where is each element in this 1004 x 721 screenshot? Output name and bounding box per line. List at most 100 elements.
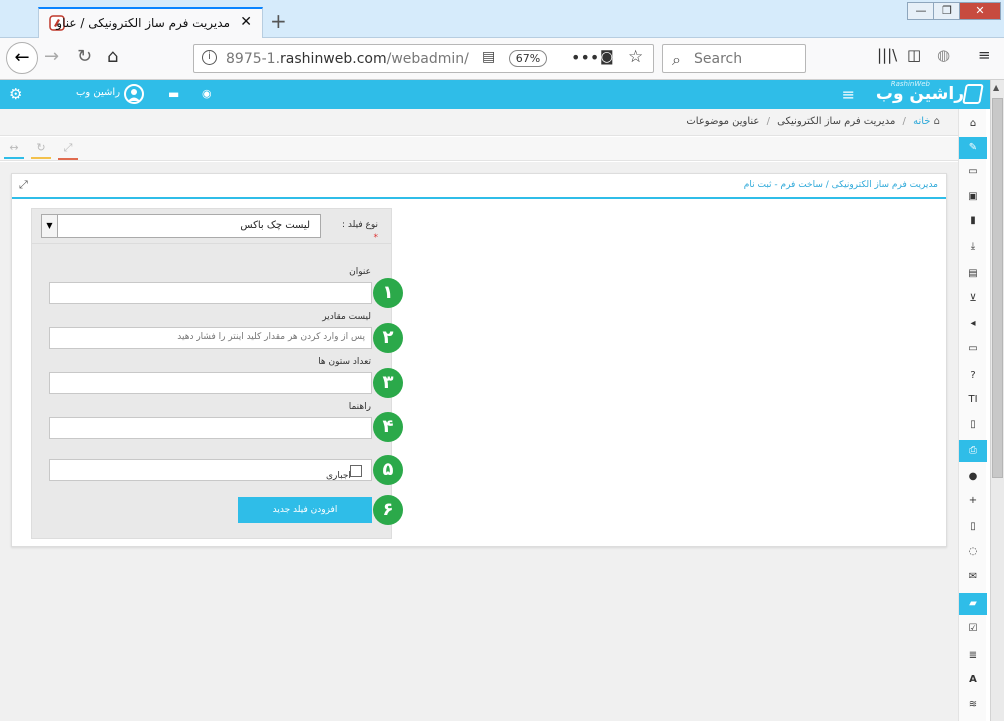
zoom-level-badge[interactable]: 67%	[509, 50, 547, 67]
home-button[interactable]: ⌂	[107, 46, 118, 67]
bookmark-star-icon[interactable]: ☆	[628, 47, 643, 67]
volume-icon[interactable]: ◂	[959, 313, 987, 335]
profile-card-icon[interactable]: ▬	[168, 87, 179, 101]
search-icon: ⌕	[672, 50, 681, 69]
back-button[interactable]: ←	[6, 42, 38, 74]
stack-icon[interactable]: ≋	[959, 694, 987, 716]
scroll-up-icon[interactable]: ▲	[993, 83, 999, 92]
tab-close-icon[interactable]: ✕	[240, 14, 252, 30]
fullscreen-icon[interactable]: ⤢	[58, 141, 78, 160]
folder-open-icon[interactable]: ▰	[959, 593, 987, 615]
url-bar[interactable]: i 8975-1.rashinweb.com/webadmin/ ▤ 67% •…	[193, 44, 654, 73]
refresh-icon[interactable]: ↻	[31, 141, 51, 159]
site-info-icon[interactable]: i	[202, 50, 217, 65]
step-marker: ۳	[373, 368, 403, 398]
minimize-button[interactable]: —	[907, 2, 935, 20]
chevron-down-icon[interactable]: ▼	[42, 215, 58, 237]
sidebar-toggle-icon[interactable]: ◫	[907, 46, 921, 64]
form-builder-panel: مدیریت فرم ساز الکترونیکی / ساخت فرم - ث…	[11, 173, 947, 547]
list-icon[interactable]: ≣	[959, 645, 987, 667]
envelope-icon[interactable]: ✉	[959, 566, 987, 588]
step-marker: ۶	[373, 495, 403, 525]
forward-button[interactable]: →	[44, 46, 59, 67]
help-label: راهنما	[348, 402, 371, 412]
extension-globe-icon[interactable]: ◍	[937, 46, 950, 64]
values-input[interactable]: پس از وارد کردن هر مقدار کلید اینتر را ف…	[49, 327, 372, 349]
breadcrumb-current: عناوین موضوعات	[686, 116, 760, 127]
monitor-icon[interactable]: ▭	[959, 338, 987, 360]
brand-logo-sub: RashinWeb	[890, 80, 930, 88]
search-bar[interactable]: ⌕ Search	[662, 44, 806, 73]
home-small-icon: ⌂	[933, 116, 940, 127]
columns-label: تعداد ستون ها	[318, 357, 371, 367]
required-checkbox[interactable]	[350, 465, 362, 477]
user-avatar[interactable]	[124, 84, 144, 104]
font-icon[interactable]: A	[959, 669, 987, 691]
step-marker: ۲	[373, 323, 403, 353]
step-marker: ۵	[373, 455, 403, 485]
title-input[interactable]	[49, 282, 372, 304]
breadcrumb: ⌂ خانه / مدیریت فرم ساز الکترونیکی / عنا…	[686, 116, 940, 127]
library-icon[interactable]: |||\	[877, 46, 897, 64]
reader-view-icon[interactable]: ▤	[482, 49, 495, 65]
mobile-icon[interactable]: ▯	[959, 516, 987, 538]
divider	[32, 243, 391, 244]
page-toolbar: ↔ ↻ ⤢	[0, 137, 958, 161]
file-icon[interactable]: ▮	[959, 210, 987, 232]
pocket-icon[interactable]: ◙	[600, 49, 614, 65]
id-card-icon[interactable]: ▭	[959, 161, 987, 183]
expand-icon[interactable]: ⤢	[19, 178, 28, 192]
breadcrumb-home[interactable]: خانه	[913, 116, 930, 127]
user-icon[interactable]: ●	[959, 466, 987, 488]
download-icon[interactable]: ⤓	[959, 236, 987, 258]
tab-title: مدیریت فرم ساز الکترونیکی / عناو	[56, 16, 230, 30]
settings-gear-icon[interactable]: ⚙	[9, 85, 22, 103]
browser-tab-strip: مدیریت فرم ساز الکترونیکی / عناو ✕ + — ❐…	[0, 0, 1004, 38]
maximize-button[interactable]: ❐	[933, 2, 961, 20]
page-actions-icon[interactable]: •••	[571, 48, 599, 67]
new-tab-button[interactable]: +	[270, 9, 287, 33]
url-text: 8975-1.rashinweb.com/webadmin/	[226, 51, 469, 67]
text-size-icon[interactable]: TI	[959, 389, 987, 411]
window-close-button[interactable]: ✕	[959, 2, 1001, 20]
help-input[interactable]	[49, 417, 372, 439]
user-name[interactable]: راشین وب	[76, 87, 120, 98]
columns-input[interactable]	[49, 372, 372, 394]
pencil-icon[interactable]: ✎	[959, 137, 987, 159]
collapse-arrows-icon[interactable]: ↔	[4, 141, 24, 159]
app-header: راشین وب RashinWeb ≡ ⚙ راشین وب ▬ ◉	[0, 80, 990, 109]
required-label: اجباری	[326, 471, 351, 481]
image-icon[interactable]: ▣	[959, 186, 987, 208]
step-marker: ۱	[373, 278, 403, 308]
hamburger-menu-icon[interactable]: ≡	[842, 85, 855, 104]
browser-tab[interactable]: مدیریت فرم ساز الکترونیکی / عناو ✕	[38, 7, 263, 38]
field-type-select[interactable]: لیست چک باکس ▼	[41, 214, 321, 238]
brand-mark-icon	[962, 84, 984, 104]
menu-icon[interactable]: ≡	[978, 46, 991, 64]
breadcrumb-item[interactable]: مدیریت فرم ساز الکترونیکی	[777, 116, 895, 127]
required-star: *	[373, 233, 379, 243]
field-type-label: نوع فیلد :	[342, 220, 378, 230]
view-site-globe-icon[interactable]: ◉	[202, 87, 212, 100]
question-icon[interactable]: ?	[959, 365, 987, 387]
reload-button[interactable]: ↻	[77, 46, 92, 67]
icon-sidebar: ⌂ ✎ ▭ ▣ ▮ ⤓ ▤ ⊻ ◂ ▭ ? TI ▯ ⎙ ● + ▯ ◌ ✉ ▰…	[958, 109, 987, 721]
step-marker: ۴	[373, 412, 403, 442]
user-plus-icon[interactable]: +	[959, 490, 987, 512]
printer-icon[interactable]: ⎙	[959, 440, 987, 462]
scrollbar-thumb[interactable]	[992, 98, 1003, 478]
document-icon[interactable]: ▯	[959, 414, 987, 436]
film-icon[interactable]: ▤	[959, 263, 987, 285]
cart-icon[interactable]: ⊻	[959, 288, 987, 310]
home-icon[interactable]: ⌂	[959, 113, 987, 135]
comments-icon[interactable]: ◌	[959, 541, 987, 563]
page-scrollbar[interactable]: ▲	[990, 80, 1004, 721]
panel-title: مدیریت فرم ساز الکترونیکی / ساخت فرم - ث…	[743, 180, 938, 190]
values-placeholder: پس از وارد کردن هر مقدار کلید اینتر را ف…	[177, 332, 365, 342]
required-row	[49, 459, 372, 481]
browser-nav-bar: ← → ↻ ⌂ i 8975-1.rashinweb.com/webadmin/…	[0, 38, 1004, 80]
check-square-icon[interactable]: ☑	[959, 618, 987, 640]
field-type-value: لیست چک باکس	[240, 220, 310, 231]
add-field-button[interactable]: افزودن فیلد جدید	[238, 497, 372, 523]
panel-header: مدیریت فرم ساز الکترونیکی / ساخت فرم - ث…	[12, 174, 946, 199]
